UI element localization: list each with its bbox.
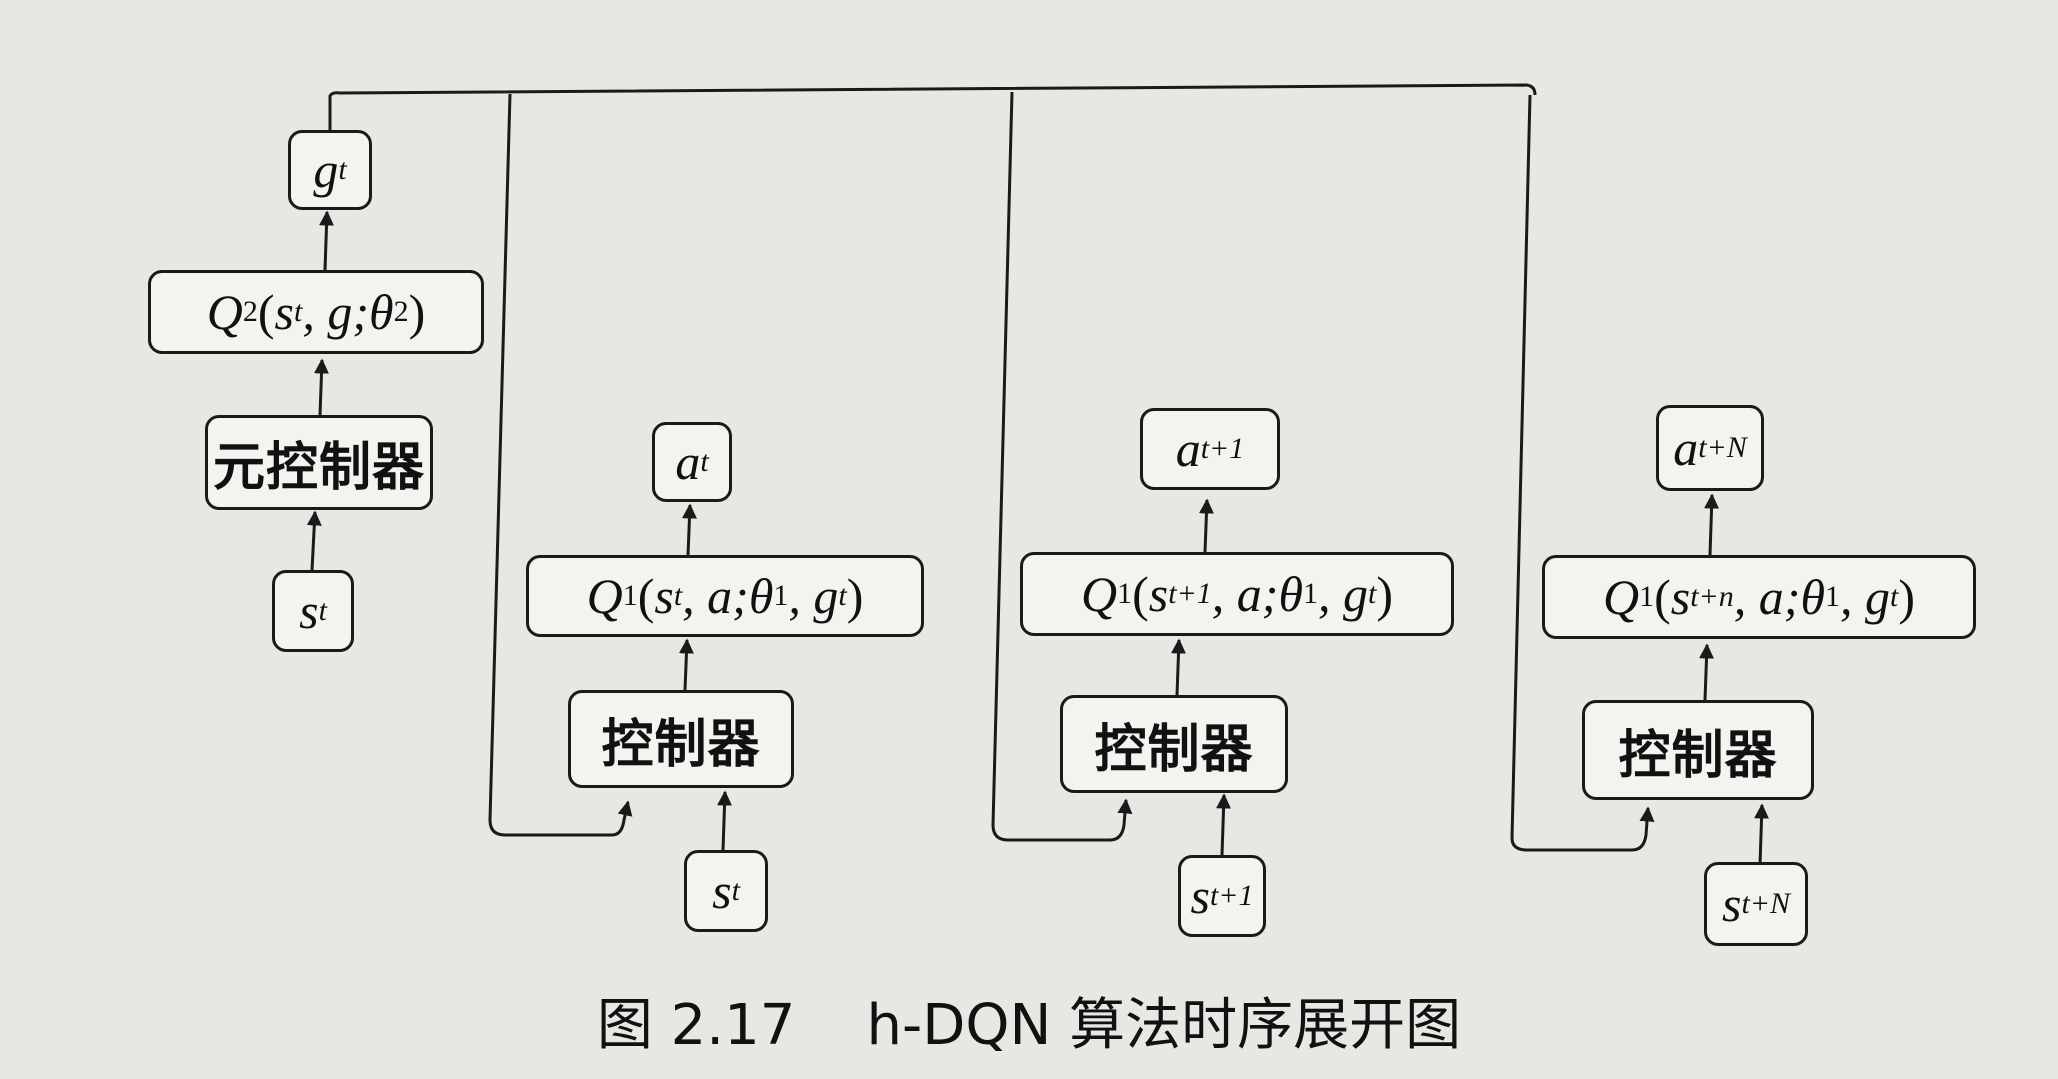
arrow-q2-to-goal bbox=[319, 210, 335, 271]
arrow-c1-q1-to-action bbox=[681, 503, 697, 556]
arrow-c2-controller-to-q1 bbox=[1171, 638, 1187, 696]
c1-q1-node: Q 1(s t, a; θ1, g t) bbox=[526, 555, 924, 637]
c2-q1-node: Q 1(s t+1, a; θ1, g t) bbox=[1020, 552, 1454, 636]
meta-controller-node: 元控制器 bbox=[205, 415, 433, 510]
arrow-c1-state-to-controller bbox=[717, 790, 733, 851]
c2-action-node: a t+1 bbox=[1140, 408, 1280, 490]
arrow-c3-controller-to-q1 bbox=[1699, 643, 1715, 701]
arrow-c2-q1-to-action bbox=[1198, 498, 1214, 553]
c3-controller-node: 控制器 bbox=[1582, 700, 1814, 800]
arrow-c1-controller-to-q1 bbox=[678, 638, 694, 691]
arrow-c3-q1-to-action bbox=[1704, 493, 1720, 556]
c1-state-node: st bbox=[684, 850, 768, 932]
figure-caption: 图 2.17 h-DQN 算法时序展开图 bbox=[596, 993, 1462, 1058]
c1-controller-node: 控制器 bbox=[568, 690, 794, 788]
c3-state-node: s t+N bbox=[1704, 862, 1808, 946]
arrow-meta-to-q2 bbox=[314, 358, 330, 416]
c3-action-node: a t+N bbox=[1656, 405, 1764, 491]
c3-q1-node: Q 1(s t+n, a; θ1, g t) bbox=[1542, 555, 1976, 639]
meta-state-node: st bbox=[272, 570, 354, 652]
c1-action-node: at bbox=[652, 422, 732, 502]
c2-controller-node: 控制器 bbox=[1060, 695, 1288, 793]
arrow-c2-state-to-controller bbox=[1216, 793, 1232, 856]
c2-state-node: s t+1 bbox=[1178, 855, 1266, 937]
arrow-meta-state-to-meta bbox=[306, 510, 322, 571]
arrow-c3-state-to-controller bbox=[1754, 803, 1770, 866]
q2-node: Q 2(s t, g; θ 2) bbox=[148, 270, 484, 354]
diagram-canvas: gt Q 2(s t, g; θ 2) 元控制器 st at Q 1(s t, a; θ1… bbox=[0, 0, 2058, 1079]
goal-node: gt bbox=[288, 130, 372, 210]
